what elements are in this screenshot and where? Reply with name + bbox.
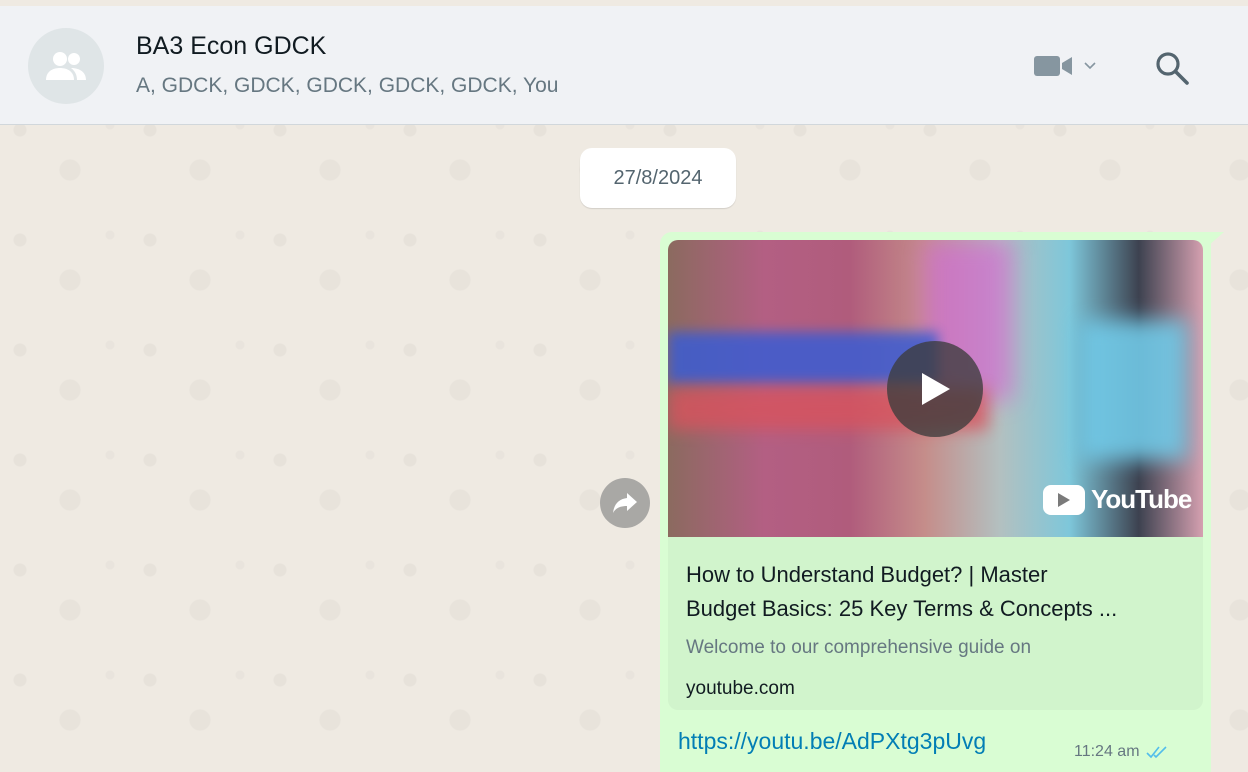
message-meta: 11:24 am <box>1074 743 1168 761</box>
video-call-icon <box>1034 56 1072 76</box>
search-icon <box>1156 52 1189 85</box>
group-icon <box>46 52 86 80</box>
link-preview-card[interactable]: YouTube How to Understand Budget? | Mast… <box>668 240 1203 710</box>
chat-header[interactable]: BA3 Econ GDCK A, GDCK, GDCK, GDCK, GDCK,… <box>0 6 1248 125</box>
double-check-icon <box>1145 746 1167 759</box>
video-call-button[interactable] <box>1034 54 1096 78</box>
message-link[interactable]: https://youtu.be/AdPXtg3pUvg <box>678 728 986 755</box>
preview-domain: youtube.com <box>686 678 795 699</box>
message-time: 11:24 am <box>1074 743 1140 760</box>
group-avatar[interactable] <box>28 28 104 104</box>
chat-title[interactable]: BA3 Econ GDCK <box>136 32 326 61</box>
play-icon <box>922 373 950 405</box>
play-button[interactable] <box>887 341 983 437</box>
youtube-logo: YouTube <box>1043 484 1192 515</box>
video-thumbnail[interactable]: YouTube <box>668 240 1203 537</box>
youtube-play-icon <box>1043 484 1085 515</box>
group-members[interactable]: A, GDCK, GDCK, GDCK, GDCK, GDCK, You <box>136 74 558 98</box>
youtube-wordmark: YouTube <box>1091 484 1192 514</box>
outgoing-message-bubble[interactable]: YouTube How to Understand Budget? | Mast… <box>660 232 1211 772</box>
preview-description: Welcome to our comprehensive guide on <box>686 637 1032 658</box>
search-button[interactable] <box>1154 50 1190 91</box>
preview-title: How to Understand Budget? | Master Budge… <box>686 562 1118 621</box>
forward-button[interactable] <box>600 478 650 528</box>
forward-icon <box>613 493 637 513</box>
chevron-down-icon <box>1084 62 1096 70</box>
date-separator: 27/8/2024 <box>580 148 736 208</box>
